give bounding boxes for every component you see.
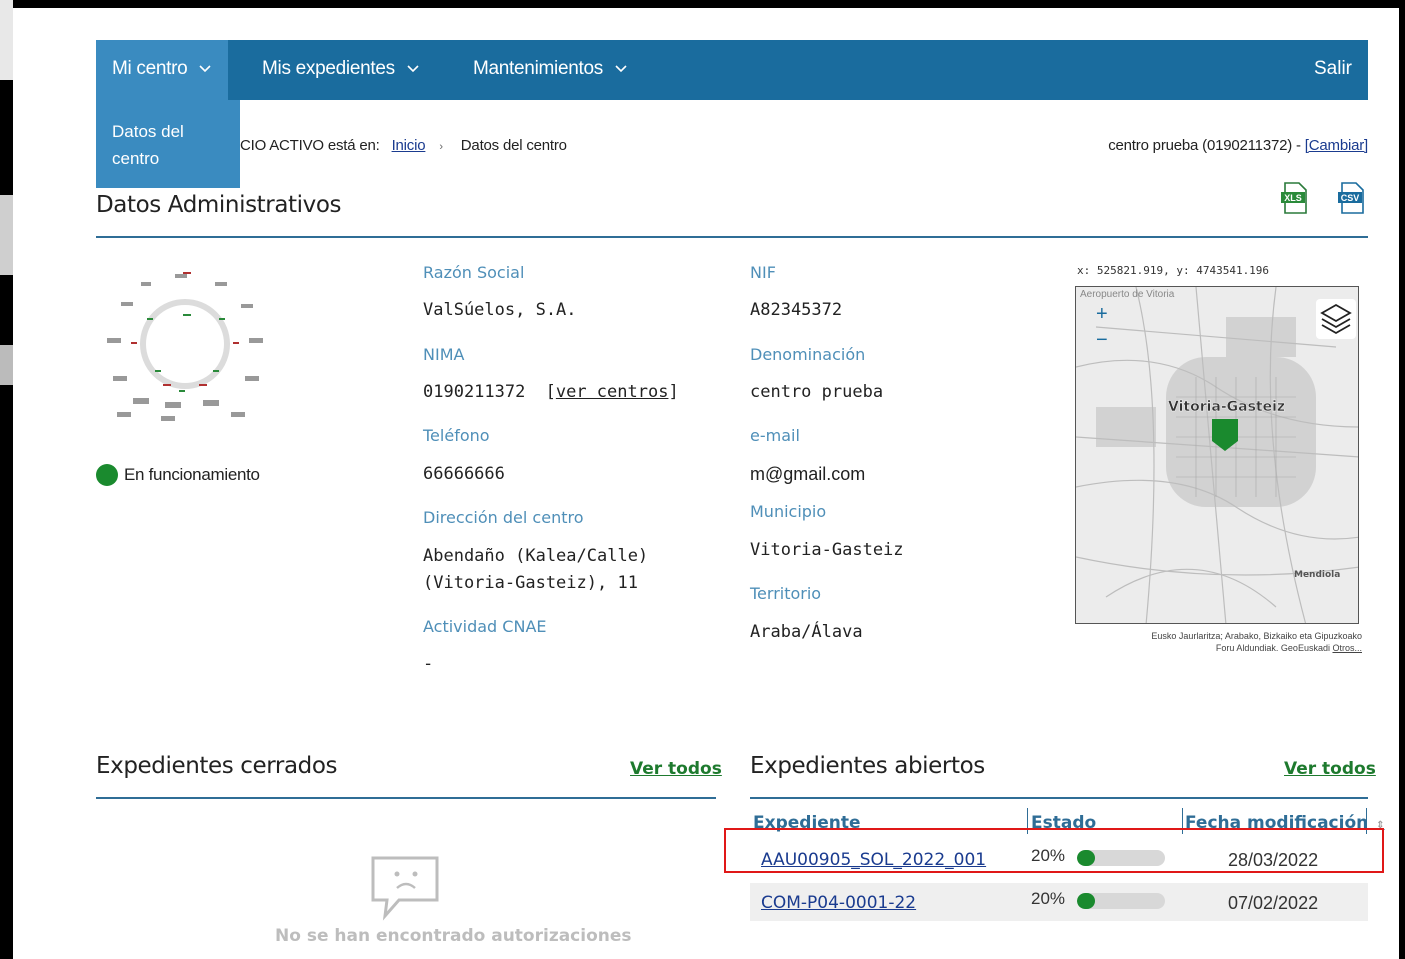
cnae-label: Actividad CNAE [423, 617, 547, 636]
nav-mi-centro[interactable]: Mi centro [96, 40, 229, 100]
municipio-label: Municipio [750, 502, 827, 521]
change-centro-link[interactable]: [Cambiar] [1305, 137, 1368, 154]
breadcrumb-prefix: CIO ACTIVO está en: [240, 137, 380, 154]
email-label: e-mail [750, 426, 800, 445]
table-row: AAU00905_SOL_2022_001 20% 28/03/2022 [750, 840, 1368, 878]
dropdown-datos-del-centro[interactable]: Datos del centro [96, 100, 240, 188]
left-edge [0, 0, 13, 959]
open-view-all-link[interactable]: Ver todos [1284, 759, 1376, 779]
razon-social-value: ValSúelos, S.A. [423, 300, 577, 320]
municipio-value: Vitoria-Gasteiz [750, 540, 904, 560]
centro-label: centro prueba (0190211372) - [1108, 137, 1305, 154]
nav-mis-expedientes[interactable]: Mis expedientes [246, 40, 436, 100]
main-nav: Mi centro Mis expedientes Mantenimientos… [96, 40, 1368, 100]
centro-diagram-image [103, 266, 273, 426]
open-divider [750, 797, 1368, 799]
zoom-out-button[interactable]: − [1096, 329, 1108, 352]
breadcrumb-current: Datos del centro [460, 137, 567, 154]
logout-button[interactable]: Salir [1314, 40, 1352, 98]
location-marker-icon[interactable] [1212, 419, 1238, 456]
column-header-fecha[interactable]: Fecha modificación ⇕ [1185, 813, 1385, 833]
map-side-label: Mendiola [1294, 570, 1340, 580]
cnae-value: - [423, 654, 434, 674]
nima-value: 0190211372 [423, 382, 526, 402]
map-attribution-line1: Eusko Jaurlaritza; Arabako, Bizkaiko eta… [1151, 631, 1362, 641]
nav-mantenimientos-label: Mantenimientos [473, 58, 603, 80]
dropdown-item-line2: centro [112, 149, 160, 168]
territorio-label: Territorio [750, 584, 822, 603]
territorio-value: Araba/Álava [750, 622, 863, 642]
closed-empty-text: No se han encontrado autorizaciones [275, 926, 632, 946]
denominacion-value: centro prueba [750, 382, 884, 402]
page: Mi centro Mis expedientes Mantenimientos… [13, 8, 1399, 959]
admin-divider [96, 236, 1368, 238]
column-header-estado[interactable]: Estado [1031, 813, 1096, 833]
fecha-modificacion: 07/02/2022 [1228, 893, 1319, 913]
closed-title: Expedientes cerrados [96, 753, 338, 779]
nif-label: NIF [750, 263, 776, 282]
centro-status: En funcionamiento [96, 464, 260, 486]
nav-mis-expedientes-label: Mis expedientes [262, 58, 395, 80]
status-dot-icon [96, 464, 118, 486]
map-attribution-line2: Foru Aldundiak. GeoEuskadi [1215, 643, 1330, 653]
nav-mantenimientos[interactable]: Mantenimientos [457, 40, 644, 100]
open-title: Expedientes abiertos [750, 753, 985, 779]
sort-icon: ⇕ [1376, 820, 1385, 831]
estado-progress-bar [1077, 850, 1165, 866]
progress-fill [1077, 893, 1095, 909]
fecha-modificacion: 28/03/2022 [1228, 850, 1319, 870]
zoom-in-button[interactable]: + [1096, 303, 1108, 326]
direccion-value-2: (Vitoria-Gasteiz), 11 [423, 573, 638, 593]
export-csv-icon[interactable]: CSV [1337, 182, 1365, 214]
location-map[interactable]: Aeropuerto de Vitoria Vitoria-Gasteiz Me… [1075, 286, 1359, 624]
estado-percent: 20% [1031, 846, 1066, 865]
razon-social-label: Razón Social [423, 263, 525, 282]
admin-title: Datos Administrativos [96, 192, 342, 218]
status-text: En funcionamiento [124, 465, 260, 484]
breadcrumb-home-link[interactable]: Inicio [392, 137, 426, 154]
ver-centros-link[interactable]: ver centros [556, 382, 669, 402]
empty-message-icon [369, 854, 441, 927]
expediente-link[interactable]: COM-P04-0001-22 [761, 893, 916, 913]
nima-label: NIMA [423, 345, 465, 364]
direccion-value-1: Abendaño (Kalea/Calle) [423, 546, 649, 566]
chevron-down-icon [198, 40, 212, 98]
breadcrumb: CIO ACTIVO está en: Inicio › Datos del c… [240, 137, 567, 154]
chevron-down-icon [614, 40, 628, 98]
map-attribution-link[interactable]: Otros... [1332, 643, 1362, 653]
denominacion-label: Denominación [750, 345, 866, 364]
map-city-label: Vitoria-Gasteiz [1168, 399, 1285, 415]
expediente-link[interactable]: AAU00905_SOL_2022_001 [761, 850, 986, 870]
closed-view-all-link[interactable]: Ver todos [630, 759, 722, 779]
current-centro: centro prueba (0190211372) - [Cambiar] [1108, 137, 1368, 154]
telefono-value: 66666666 [423, 464, 505, 484]
layers-icon[interactable] [1316, 299, 1356, 339]
map-coordinates: x: 525821.919, y: 4743541.196 [1077, 264, 1270, 277]
table-row: COM-P04-0001-22 20% 07/02/2022 [750, 883, 1368, 921]
dropdown-item-line1: Datos del [112, 122, 184, 141]
closed-divider [96, 797, 716, 799]
chevron-down-icon [406, 40, 420, 98]
nif-value: A82345372 [750, 300, 843, 320]
telefono-label: Teléfono [423, 426, 490, 445]
column-header-expediente[interactable]: Expediente [753, 813, 861, 833]
export-xls-icon[interactable]: XLS [1280, 182, 1308, 214]
estado-progress-bar [1077, 893, 1165, 909]
direccion-label: Dirección del centro [423, 508, 584, 527]
column-separator [1027, 808, 1028, 834]
column-separator [1182, 808, 1183, 834]
map-top-label: Aeropuerto de Vitoria [1080, 289, 1175, 300]
csv-label: CSV [1341, 193, 1360, 203]
email-value: m@gmail.com [750, 464, 866, 484]
nima-value-row: 0190211372 [ver centros] [423, 382, 679, 402]
xls-label: XLS [1284, 193, 1302, 203]
breadcrumb-separator-icon: › [439, 141, 443, 153]
column-header-fecha-label: Fecha modificación [1185, 813, 1369, 833]
nav-mi-centro-label: Mi centro [112, 58, 188, 80]
map-attribution: Eusko Jaurlaritza; Arabako, Bizkaiko eta… [1072, 630, 1362, 654]
estado-percent: 20% [1031, 889, 1066, 908]
progress-fill [1077, 850, 1095, 866]
column-separator [1366, 808, 1367, 834]
